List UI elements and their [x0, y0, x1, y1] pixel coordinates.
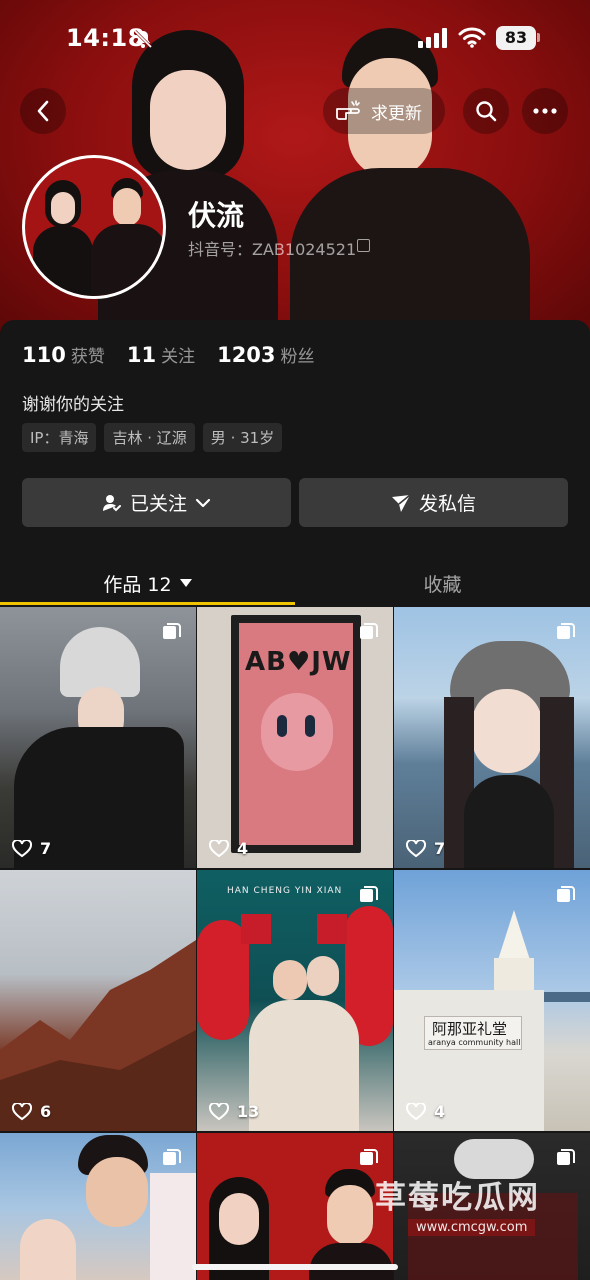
signal-icon	[418, 28, 447, 48]
following-label: 已关注	[129, 493, 187, 515]
caret-down-icon	[179, 579, 192, 587]
stat-likes-count: 110	[22, 343, 66, 367]
multi-image-icon	[557, 1149, 575, 1165]
grid-item[interactable]: 6	[0, 870, 196, 1131]
like-count: 7	[12, 839, 51, 858]
like-count-value: 13	[237, 1102, 260, 1121]
grid-item[interactable]	[197, 1133, 393, 1280]
grid-item[interactable]: 7	[0, 607, 196, 868]
multi-image-icon	[163, 623, 181, 639]
grid-item[interactable]: 7	[394, 607, 590, 868]
pointing-hand-icon	[336, 100, 360, 120]
stat-likes[interactable]: 110 获赞	[22, 342, 105, 367]
profile-nickname: 伏流	[188, 199, 245, 232]
profile-id: 抖音号：ZAB1024521	[188, 240, 357, 259]
watermark-url: www.cmcgw.com	[408, 1219, 536, 1236]
stat-following[interactable]: 11 关注	[127, 342, 195, 367]
search-icon	[476, 101, 497, 122]
send-icon	[391, 493, 411, 512]
stat-followers[interactable]: 1203 粉丝	[217, 342, 314, 367]
tab-works[interactable]: 作品 12	[0, 560, 295, 606]
multi-image-icon	[163, 1149, 181, 1165]
tab-works-label: 作品 12	[103, 573, 172, 596]
profile-tags: IP：青海 吉林 · 辽源 男 · 31岁	[22, 423, 290, 452]
multi-image-icon	[557, 886, 575, 902]
search-button[interactable]	[463, 88, 509, 134]
following-button[interactable]: 已关注	[22, 478, 291, 527]
multi-image-icon	[360, 886, 378, 902]
profile-stats: 110 获赞 11 关注 1203 粉丝	[22, 342, 337, 367]
heart-icon	[12, 1102, 32, 1120]
grid-item[interactable]: 阿那亚礼堂 aranya community hall 4	[394, 870, 590, 1131]
battery-level: 83	[496, 26, 536, 50]
battery-cap	[537, 33, 540, 42]
tag-location: 吉林 · 辽源	[104, 423, 195, 452]
chapel-sign-cn: 阿那亚礼堂	[432, 1020, 508, 1038]
profile-bio: 谢谢你的关注	[22, 395, 124, 415]
content-tabs: 作品 12 收藏	[0, 560, 590, 606]
grid-item[interactable]: AB♥JW 4	[197, 607, 393, 868]
more-button[interactable]	[522, 88, 568, 134]
like-count: 13	[209, 1102, 259, 1121]
multi-image-icon	[360, 623, 378, 639]
heart-icon	[209, 1102, 229, 1120]
send-message-label: 发私信	[418, 493, 476, 515]
grid-item[interactable]	[0, 1133, 196, 1280]
poster-text: AB♥JW	[245, 647, 352, 677]
tab-favorites-label: 收藏	[423, 573, 462, 596]
send-message-button[interactable]: 发私信	[299, 478, 568, 527]
stat-followers-label: 粉丝	[280, 347, 315, 367]
like-count-value: 7	[40, 839, 52, 858]
like-count-value: 6	[40, 1102, 52, 1121]
stat-following-label: 关注	[161, 347, 196, 367]
like-count-value: 7	[434, 839, 446, 858]
status-bar: 14:18 83	[0, 22, 590, 58]
grid-item[interactable]: HAN CHENG YIN XIAN 13	[197, 870, 393, 1131]
request-update-label: 求更新	[371, 103, 422, 124]
mute-bell-icon	[133, 29, 153, 49]
copy-icon[interactable]	[357, 239, 370, 252]
tab-favorites[interactable]: 收藏	[295, 560, 590, 606]
tag-ip: IP：青海	[22, 423, 97, 452]
multi-image-icon	[360, 1149, 378, 1165]
profile-info-panel: 110 获赞 11 关注 1203 粉丝 谢谢你的关注 IP：青海 吉林 · 辽…	[0, 320, 590, 610]
more-dots-icon	[533, 108, 557, 114]
tag-gender-age: 男 · 31岁	[202, 423, 283, 452]
like-count-value: 4	[434, 1102, 446, 1121]
wedding-banner-text: HAN CHENG YIN XIAN	[227, 886, 343, 896]
request-update-button[interactable]: 求更新	[323, 88, 445, 134]
stat-followers-count: 1203	[217, 343, 276, 367]
watermark-title: 草莓吃瓜网	[375, 1180, 540, 1216]
heart-icon	[406, 1102, 426, 1120]
back-button[interactable]	[20, 88, 66, 134]
home-indicator[interactable]	[192, 1264, 398, 1270]
chevron-left-icon	[37, 100, 49, 122]
like-count-value: 4	[237, 839, 249, 858]
multi-image-icon	[557, 623, 575, 639]
user-check-icon	[102, 494, 121, 511]
wifi-icon	[458, 27, 486, 48]
chevron-down-icon	[195, 498, 211, 507]
chapel-sign-en: aranya community hall	[428, 1038, 521, 1047]
stat-likes-label: 获赞	[70, 347, 105, 367]
like-count: 7	[406, 839, 445, 858]
like-count: 4	[406, 1102, 445, 1121]
heart-icon	[406, 839, 426, 857]
stat-following-count: 11	[126, 343, 157, 367]
like-count: 4	[209, 839, 248, 858]
like-count: 6	[12, 1102, 51, 1121]
avatar[interactable]	[22, 155, 166, 299]
heart-icon	[12, 839, 32, 857]
heart-icon	[209, 839, 229, 857]
tab-active-indicator	[0, 602, 295, 605]
